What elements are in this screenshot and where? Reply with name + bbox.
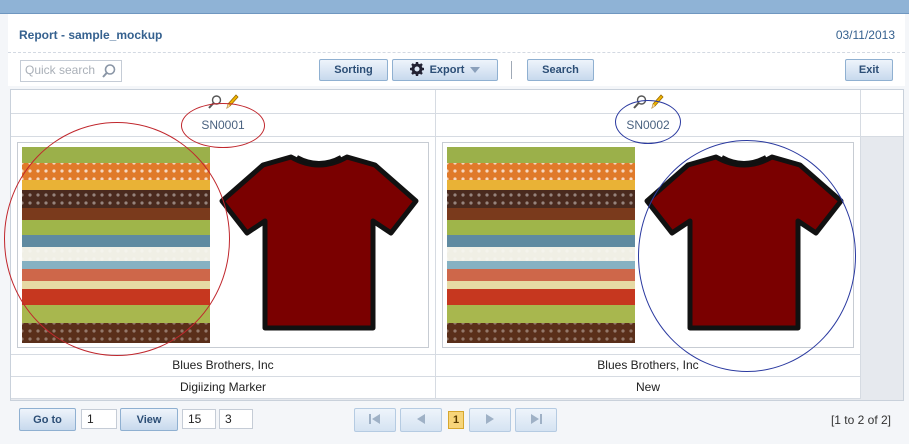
view-label: View [136, 413, 162, 426]
pencil-icon[interactable] [649, 93, 665, 112]
prev-page-button[interactable] [400, 408, 442, 432]
record-image-cell [11, 137, 436, 355]
first-page-icon [368, 413, 382, 428]
search-button[interactable]: Search [527, 59, 594, 81]
record-status: New [436, 377, 861, 399]
record-company: Blues Brothers, Inc [11, 355, 436, 377]
next-page-button[interactable] [469, 408, 511, 432]
window-top-bar [0, 0, 909, 14]
quick-search [20, 60, 122, 82]
search-icon[interactable] [101, 63, 117, 79]
goto-button[interactable]: Go to [19, 408, 76, 431]
goto-page-input[interactable]: 1 [81, 409, 117, 429]
search-label: Search [542, 64, 579, 76]
record-sn: SN0001 [11, 114, 436, 137]
search-input[interactable] [21, 61, 99, 79]
fabric-swatch [22, 147, 210, 343]
goto-label: Go to [33, 413, 62, 426]
record-image[interactable] [442, 142, 854, 348]
chevron-down-icon [470, 64, 481, 76]
current-page[interactable]: 1 [448, 411, 464, 429]
prev-page-icon [415, 413, 427, 428]
pagination-bar: Go to 1 View 15 3 1 [1 to 2 of 2] [8, 403, 905, 439]
record-image[interactable] [17, 142, 429, 348]
tshirt-image [219, 154, 419, 331]
page-title: Report - sample_mockup [19, 28, 163, 42]
record-sn: SN0002 [436, 114, 861, 137]
toolbar: Sorting Export Search Exit [8, 53, 905, 86]
record-actions [436, 90, 861, 114]
empty-cell [861, 114, 903, 137]
record-actions [11, 90, 436, 114]
gear-icon [409, 61, 424, 79]
exit-label: Exit [858, 64, 880, 76]
report-grid: SN0001 Blues Brothers, Inc Digiizing Mar… [10, 89, 904, 401]
zoom-icon[interactable] [632, 94, 648, 113]
report-header: Report - sample_mockup 03/11/2013 [8, 14, 905, 53]
fabric-swatch [447, 147, 635, 343]
record-image-cell [436, 137, 861, 355]
record-range: [1 to 2 of 2] [830, 413, 891, 427]
empty-cell [861, 90, 903, 114]
report-date: 03/11/2013 [835, 28, 895, 42]
view-columns-input[interactable]: 3 [219, 409, 253, 429]
zoom-icon[interactable] [207, 94, 223, 113]
export-label: Export [429, 64, 465, 76]
last-page-button[interactable] [515, 408, 557, 432]
record-status: Digiizing Marker [11, 377, 436, 399]
sorting-button[interactable]: Sorting [319, 59, 388, 81]
sorting-label: Sorting [334, 64, 373, 76]
first-page-button[interactable] [354, 408, 396, 432]
last-page-icon [529, 413, 543, 428]
export-button[interactable]: Export [392, 59, 498, 81]
view-count-input[interactable]: 15 [182, 409, 216, 429]
record-company: Blues Brothers, Inc [436, 355, 861, 377]
record-column: SN0002 Blues Brothers, Inc New [436, 90, 861, 400]
tshirt-image [644, 154, 844, 331]
view-button[interactable]: View [120, 408, 178, 431]
exit-button[interactable]: Exit [845, 59, 893, 81]
toolbar-separator [511, 61, 512, 79]
pencil-icon[interactable] [224, 93, 240, 112]
next-page-icon [484, 413, 496, 428]
record-column: SN0001 Blues Brothers, Inc Digiizing Mar… [11, 90, 436, 400]
empty-column [861, 90, 903, 400]
